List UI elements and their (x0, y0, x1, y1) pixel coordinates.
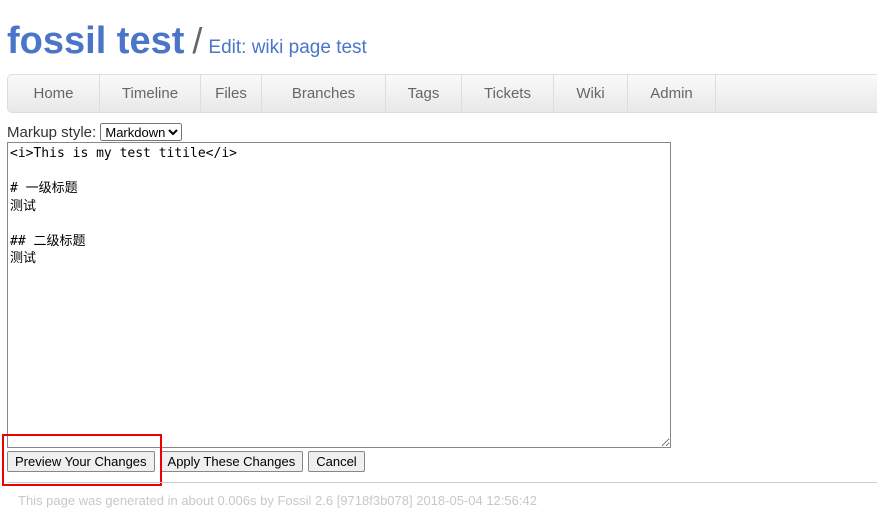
nav-wiki[interactable]: Wiki (554, 75, 628, 112)
page-header: fossil test / Edit: wiki page test (7, 20, 367, 63)
nav-admin[interactable]: Admin (628, 75, 716, 112)
nav-timeline[interactable]: Timeline (100, 75, 201, 112)
page-subtitle: Edit: wiki page test (208, 37, 367, 58)
nav-tags[interactable]: Tags (386, 75, 462, 112)
nav-tickets[interactable]: Tickets (462, 75, 554, 112)
main-menu: Home Timeline Files Branches Tags Ticket… (7, 74, 877, 113)
nav-branches[interactable]: Branches (262, 75, 386, 112)
highlight-box (2, 434, 162, 486)
nav-files[interactable]: Files (201, 75, 262, 112)
cancel-button[interactable]: Cancel (308, 451, 365, 472)
markup-style-select[interactable]: Markdown (100, 123, 183, 141)
markup-style-label: Markup style: (7, 124, 97, 141)
project-title: fossil test (7, 20, 185, 62)
wiki-content-textarea[interactable] (7, 142, 671, 448)
nav-home[interactable]: Home (8, 75, 100, 112)
footer-divider (7, 482, 877, 483)
apply-button[interactable]: Apply These Changes (159, 451, 304, 472)
footer-text: This page was generated in about 0.006s … (18, 493, 537, 508)
markup-style-row: Markup style: Markdown (7, 123, 183, 141)
title-separator: / (192, 20, 203, 61)
